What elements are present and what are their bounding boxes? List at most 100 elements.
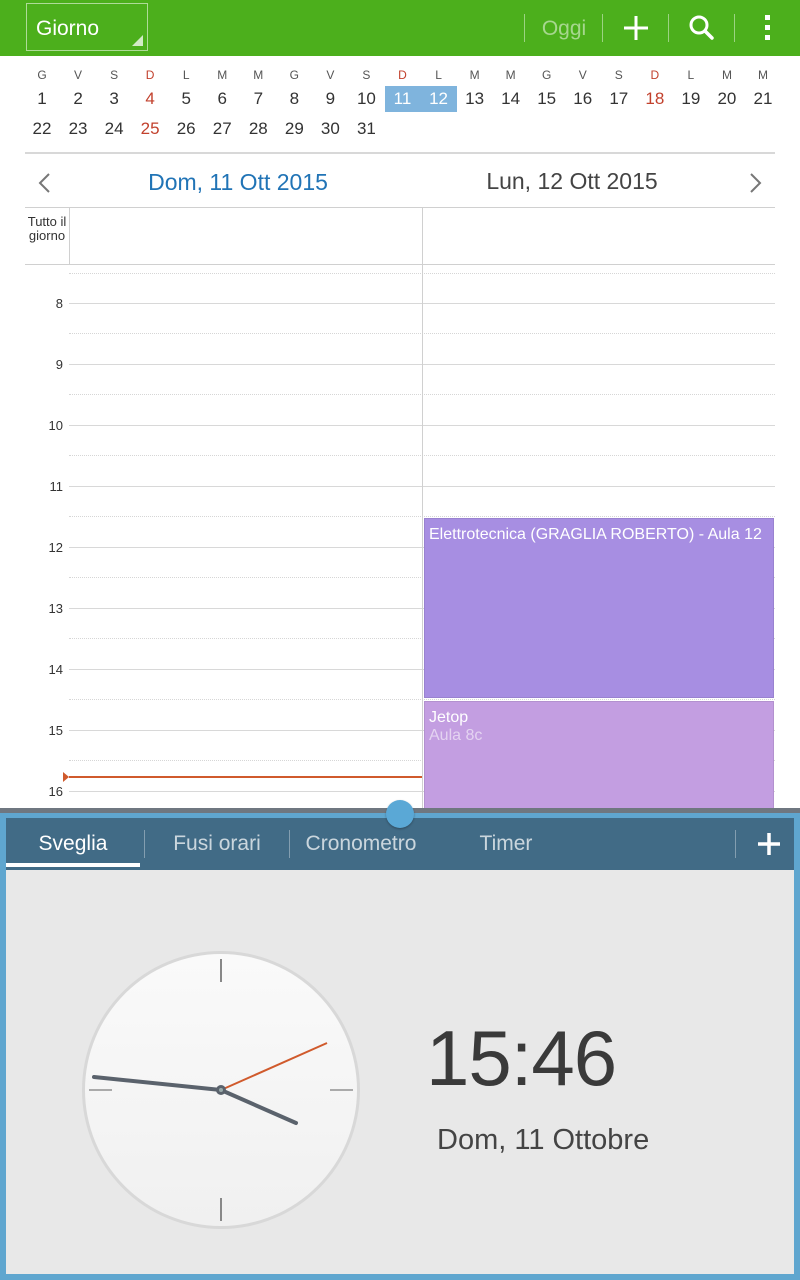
- weekday-label: L: [687, 68, 695, 82]
- mini-day[interactable]: 7: [240, 86, 276, 112]
- mini-day[interactable]: 1: [24, 86, 60, 112]
- weekday-label: S: [614, 68, 623, 82]
- current-time-marker: [63, 772, 69, 782]
- search-icon: [689, 15, 714, 40]
- weekday-label: D: [398, 68, 407, 82]
- mini-day[interactable]: 9: [312, 86, 348, 112]
- hour-label: 10: [48, 418, 63, 433]
- mini-day[interactable]: 13: [457, 86, 493, 112]
- mini-day[interactable]: 21: [745, 86, 781, 112]
- plus-icon: [758, 833, 780, 855]
- day-header: Dom, 11 Ott 2015 Lun, 12 Ott 2015: [0, 156, 800, 208]
- all-day-divider: [69, 207, 70, 264]
- mini-day[interactable]: 25: [132, 116, 168, 142]
- view-mode-dropdown[interactable]: Giorno: [26, 3, 148, 51]
- mini-day[interactable]: 20: [709, 86, 745, 112]
- mini-day[interactable]: 4: [132, 86, 168, 112]
- day-title-left[interactable]: Dom, 11 Ott 2015: [70, 169, 406, 196]
- all-day-bottom-line: [25, 264, 775, 265]
- active-tab-indicator: [6, 863, 140, 867]
- mini-day[interactable]: 17: [601, 86, 637, 112]
- mini-month-calendar: G V S D L M M G V S D L M M G V S D L M M 1 2 3 4 5 6 7 8 9 10 11 12 13 14…: [0, 56, 800, 154]
- mini-day[interactable]: 23: [60, 116, 96, 142]
- chevron-right-icon: [750, 173, 762, 193]
- digital-time: 15:46: [426, 1014, 617, 1102]
- plus-icon: [624, 16, 648, 40]
- hour-label: 9: [55, 357, 63, 372]
- split-handle[interactable]: [386, 800, 414, 828]
- previous-day-button[interactable]: [33, 171, 57, 195]
- mini-day[interactable]: 8: [276, 86, 312, 112]
- weekday-label: M: [217, 68, 228, 82]
- mini-day[interactable]: 6: [204, 86, 240, 112]
- weekday-label: M: [253, 68, 264, 82]
- toolbar-divider: [524, 14, 525, 42]
- weekday-label: M: [469, 68, 480, 82]
- next-day-button[interactable]: [743, 171, 767, 195]
- mini-day[interactable]: 22: [24, 116, 60, 142]
- tab-fusi-orari[interactable]: Fusi orari: [146, 818, 288, 870]
- event-title: Jetop: [429, 709, 469, 726]
- weekday-label: M: [721, 68, 732, 82]
- weekday-label: V: [74, 68, 83, 82]
- mini-day[interactable]: 16: [565, 86, 601, 112]
- weekday-label: L: [435, 68, 442, 82]
- divider: [25, 152, 775, 154]
- dropdown-corner-icon: [132, 35, 143, 46]
- hour-label: 11: [49, 479, 64, 494]
- event-jetop[interactable]: Jetop Aula 8c: [424, 701, 774, 808]
- weekday-label: G: [542, 68, 552, 82]
- calendar-action-bar: Giorno Oggi: [0, 0, 800, 56]
- add-event-button[interactable]: [604, 0, 668, 56]
- hour-label: 15: [48, 723, 63, 738]
- clock-window: Sveglia Fusi orari Cronometro Timer 15:4…: [0, 813, 800, 1280]
- tab-cronometro[interactable]: Cronometro: [290, 818, 432, 870]
- tab-divider: [735, 830, 736, 858]
- clock-panel: Sveglia Fusi orari Cronometro Timer 15:4…: [6, 818, 794, 1274]
- hour-label: 8: [55, 296, 63, 311]
- analog-clock: [82, 951, 360, 1229]
- tab-divider: [144, 830, 145, 858]
- mini-day[interactable]: 5: [168, 86, 204, 112]
- mini-day[interactable]: 2: [60, 86, 96, 112]
- mini-day[interactable]: 27: [204, 116, 240, 142]
- mini-day[interactable]: 19: [673, 86, 709, 112]
- hour-label: 14: [48, 662, 63, 677]
- tab-timer[interactable]: Timer: [436, 818, 576, 870]
- overflow-menu-button[interactable]: [736, 0, 800, 56]
- mini-day[interactable]: 26: [168, 116, 204, 142]
- view-mode-label: Giorno: [36, 17, 100, 40]
- search-button[interactable]: [670, 0, 734, 56]
- mini-day[interactable]: 31: [348, 116, 384, 142]
- weekday-label: M: [758, 68, 768, 82]
- weekday-label: S: [110, 68, 119, 82]
- mini-day[interactable]: 15: [529, 86, 565, 112]
- day-title-right[interactable]: Lun, 12 Ott 2015: [422, 168, 722, 195]
- mini-day[interactable]: 14: [493, 86, 529, 112]
- hour-label: 13: [48, 601, 63, 616]
- weekday-label: V: [326, 68, 335, 82]
- mini-day[interactable]: 3: [96, 86, 132, 112]
- overflow-menu-icon: [765, 15, 770, 40]
- hour-label: 12: [48, 540, 63, 555]
- current-time-line: [69, 776, 422, 778]
- mini-day[interactable]: 10: [348, 86, 384, 112]
- add-alarm-button[interactable]: [744, 818, 794, 870]
- mini-day[interactable]: 12: [420, 86, 457, 112]
- toolbar-divider: [734, 14, 735, 42]
- weekday-label: D: [650, 68, 660, 82]
- day-grid[interactable]: Tutto il giorno Elettrotecnica (GRAGLIA …: [0, 207, 800, 808]
- today-button[interactable]: Oggi: [527, 0, 601, 56]
- mini-day[interactable]: 30: [312, 116, 348, 142]
- event-elettrotecnica[interactable]: Elettrotecnica (GRAGLIA ROBERTO) - Aula …: [424, 518, 774, 698]
- mini-day[interactable]: 24: [96, 116, 132, 142]
- toolbar-divider: [602, 14, 603, 42]
- weekday-label: V: [578, 68, 587, 82]
- mini-day[interactable]: 28: [240, 116, 276, 142]
- mini-day[interactable]: 11: [384, 86, 421, 112]
- mini-day[interactable]: 29: [276, 116, 312, 142]
- all-day-label: Tutto il giorno: [27, 214, 67, 243]
- event-title: Elettrotecnica (GRAGLIA ROBERTO) - Aula …: [429, 526, 762, 543]
- mini-day[interactable]: 18: [637, 86, 673, 112]
- grid-top-line: [25, 207, 775, 208]
